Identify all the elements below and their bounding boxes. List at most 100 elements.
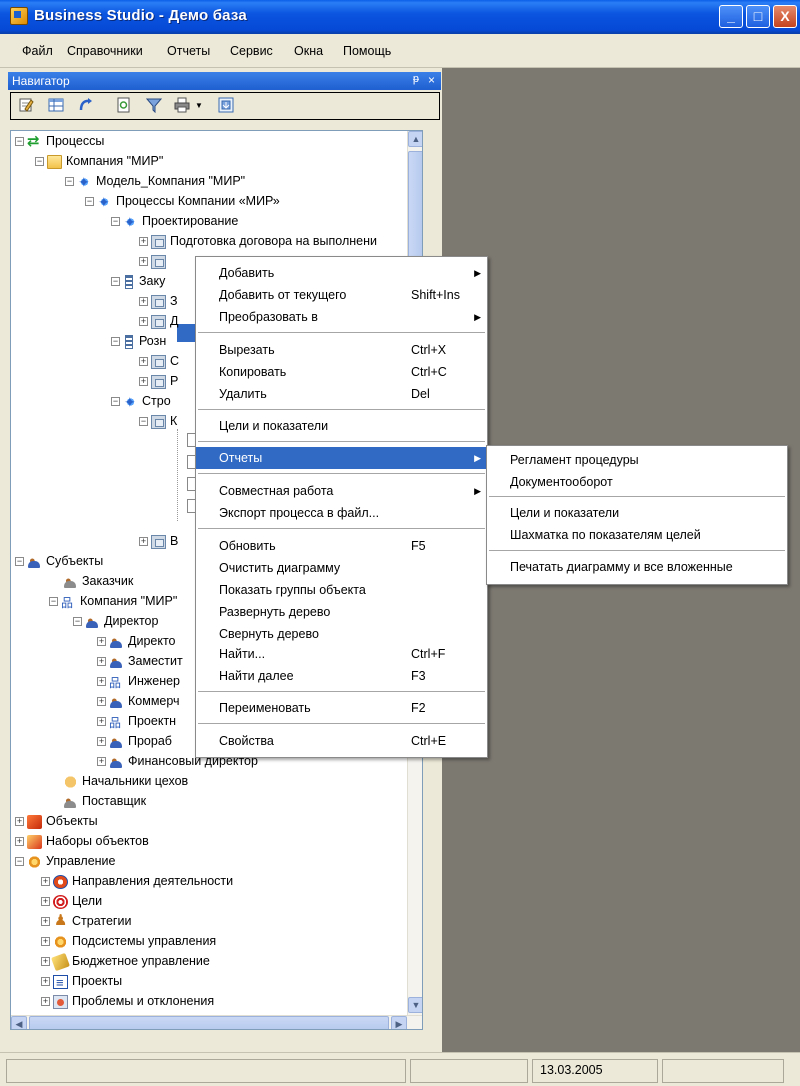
menu-item-collapse-tree[interactable]: Свернуть дерево [196,623,487,645]
tree-item-management[interactable]: − Управление [15,851,116,871]
menu-item-export-process[interactable]: Экспорт процесса в файл... [196,502,487,524]
tree-item-design-dept[interactable]: +Проектн [97,711,176,733]
tree-item-retail-2[interactable]: + Р [139,371,178,391]
tree-item-objects[interactable]: + Объекты [15,811,98,831]
menu-item-refresh[interactable]: Обновить F5 [196,535,487,557]
menu-item-cut[interactable]: Вырезать Ctrl+X [196,339,487,361]
scroll-down-button[interactable]: ▼ [408,997,422,1013]
title-bar[interactable]: Business Studio - Демо база _ □ X [0,0,800,34]
menu-help[interactable]: Помощь [343,44,391,58]
menu-item-add[interactable]: Добавить ▶ [196,262,487,284]
tree-item-company[interactable]: − Компания "МИР" [35,151,163,171]
window-title: Business Studio - Демо база [34,7,247,24]
tree-item-deputy[interactable]: +Заместит [97,651,183,671]
tree-horizontal-scrollbar[interactable]: ◀ ▶ [11,1015,422,1029]
submenu-item-document-flow[interactable]: Документооборот [487,471,787,493]
tree-item-processes[interactable]: −Процессы [15,131,104,152]
tree-item-model[interactable]: −Модель_Компания "МИР" [65,171,245,192]
org-icon [109,713,124,733]
menu-item-find[interactable]: Найти... Ctrl+F [196,643,487,665]
tree-item-customer[interactable]: Заказчик [63,571,133,591]
submenu-item-print-diagram-all[interactable]: Печатать диаграмму и все вложенные [487,556,787,578]
compass-icon [53,874,68,889]
tree-item-activity-directions[interactable]: + Направления деятельности [41,871,233,891]
tree-item-director[interactable]: −Директор [73,611,158,631]
menu-reports[interactable]: Отчеты [167,44,210,58]
menu-item-collaboration[interactable]: Совместная работа ▶ [196,480,487,502]
menu-item-add-from-current[interactable]: Добавить от текущего Shift+Ins [196,284,487,306]
menu-item-delete[interactable]: Удалить Del [196,383,487,405]
maximize-button[interactable]: □ [746,5,770,28]
tree-item-problems[interactable]: + Проблемы и отклонения [41,991,214,1011]
menu-item-rename[interactable]: Переименовать F2 [196,697,487,719]
tree-item-selected[interactable]: + Р [139,251,178,271]
tree-item-retail-1[interactable]: + С [139,351,179,371]
scroll-up-button[interactable]: ▲ [408,131,422,147]
tree-item-budget[interactable]: + Бюджетное управление [41,951,210,971]
tree-item-procurement[interactable]: − Заку [111,271,165,291]
menu-item-find-next[interactable]: Найти далее F3 [196,665,487,687]
tree-item-mgmt-subsystems[interactable]: + Подсистемы управления [41,931,216,951]
document-icon[interactable] [115,97,133,115]
tree-item-proc-1[interactable]: + З [139,291,178,311]
tree-item-contract-prep[interactable]: + Подготовка договора на выполнени [139,231,377,251]
minimize-button[interactable]: _ [719,5,743,28]
table-icon[interactable] [47,97,65,115]
menu-item-copy[interactable]: Копировать Ctrl+C [196,361,487,383]
status-date: 13.03.2005 [540,1063,603,1077]
tree-item-director-sub[interactable]: +Директо [97,631,176,651]
menu-directories[interactable]: Справочники [67,44,143,58]
tree-item-goals[interactable]: + Цели [41,891,102,911]
menu-item-show-groups[interactable]: Показать группы объекта [196,579,487,601]
process-icon [151,254,166,269]
navigator-close-icon[interactable]: × [428,73,435,87]
tree-item-company-processes[interactable]: −Процессы Компании «МИР» [85,191,280,212]
export-icon[interactable] [217,97,235,115]
refresh-icon[interactable] [77,97,95,115]
wheel-icon [27,854,42,869]
menu-item-goals-indicators[interactable]: Цели и показатели [196,415,487,437]
menu-separator [198,691,485,692]
tree-item-design[interactable]: −Проектирование [111,211,238,232]
close-button[interactable]: X [773,5,797,28]
filter-icon[interactable] [145,97,163,115]
submenu-item-procedure-regulation[interactable]: Регламент процедуры [487,449,787,471]
menu-item-clear-diagram[interactable]: Очистить диаграмму [196,557,487,579]
tree-item-proc-2[interactable]: + Д [139,311,178,331]
menu-item-convert-to[interactable]: Преобразовать в ▶ [196,306,487,328]
menu-file[interactable]: Файл [22,44,53,58]
menu-windows[interactable]: Окна [294,44,323,58]
menu-separator [198,332,485,333]
menu-separator [198,473,485,474]
pin-icon[interactable]: ᵽ [413,73,419,85]
tree-item-object-sets[interactable]: + Наборы объектов [15,831,149,851]
tree-item-workshop-heads[interactable]: Начальники цехов [63,771,188,791]
tree-item-strategies[interactable]: +Стратегии [41,911,131,931]
tree-item-projects[interactable]: +Проекты [41,971,122,993]
scroll-left-button[interactable]: ◀ [11,1016,27,1029]
tree-item-subj-company[interactable]: −Компания "МИР" [49,591,177,613]
tree-item-subjects[interactable]: −Субъекты [15,551,103,571]
print-icon[interactable] [173,97,191,115]
print-dropdown-icon[interactable]: ▼ [194,97,204,115]
menu-item-properties[interactable]: Свойства Ctrl+E [196,730,487,752]
process-group-icon [123,212,138,232]
menu-item-reports[interactable]: Отчеты ▶ [196,447,487,469]
person-icon [109,691,124,711]
edit-icon[interactable] [17,97,35,115]
tree-item-constr-2[interactable]: + В [139,531,178,551]
tree-item-construction[interactable]: −Стро [111,391,171,412]
person-icon [63,571,78,591]
tree-item-retail[interactable]: − Розн [111,331,166,351]
tree-item-engineer[interactable]: +Инженер [97,671,180,693]
submenu-item-goals-chessboard[interactable]: Шахматка по показателям целей [487,524,787,546]
submenu-item-goals-indicators[interactable]: Цели и показатели [487,502,787,524]
tree-item-supplier[interactable]: Поставщик [63,791,146,811]
menu-item-expand-tree[interactable]: Развернуть дерево [196,601,487,623]
scroll-thumb-horizontal[interactable] [29,1016,389,1029]
tree-item-foreman[interactable]: +Прораб [97,731,172,751]
scroll-right-button[interactable]: ▶ [391,1016,407,1029]
menu-service[interactable]: Сервис [230,44,273,58]
tree-item-constr-1[interactable]: − К [139,411,177,431]
tree-item-commercial[interactable]: +Коммерч [97,691,180,711]
